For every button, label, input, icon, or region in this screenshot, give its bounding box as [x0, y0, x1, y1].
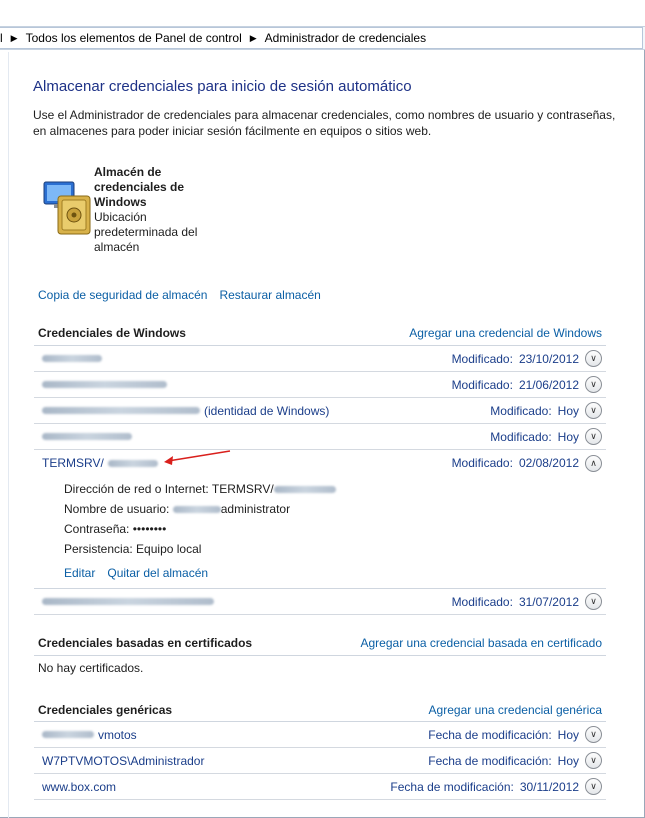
add-certificate-credential-link[interactable]: Agregar una credencial basada en certifi… [361, 636, 603, 650]
add-generic-credential-link[interactable]: Agregar una credencial genérica [429, 703, 602, 717]
credential-row-expanded[interactable]: TERMSRV/ Modificado: 02/08/2012 ∧ [34, 450, 606, 476]
remove-credential-link[interactable]: Quitar del almacén [107, 566, 208, 580]
detail-username: Nombre de usuario: administrator [64, 502, 290, 516]
address-label: Dirección de red o Internet: [64, 482, 209, 496]
redacted-name [42, 381, 167, 388]
modified-label: Modificado: [451, 351, 513, 366]
modified-date: 02/08/2012 [518, 456, 579, 470]
modified-label: Modificado: [490, 403, 552, 418]
vault-links: Copia de seguridad de almacén Restaurar … [38, 288, 321, 302]
persistence-label: Persistencia: [64, 542, 133, 556]
modified-date: 31/07/2012 [518, 594, 579, 609]
generic-credential-row[interactable]: vmotos Fecha de modificación: Hoy ∨ [34, 722, 606, 748]
windows-credentials-title: Credenciales de Windows [38, 326, 186, 340]
modified-label: Fecha de modificación: [428, 753, 552, 768]
detail-persistence: Persistencia: Equipo local [64, 542, 201, 556]
username-value: administrator [220, 502, 291, 516]
modified-date: 23/10/2012 [518, 351, 579, 366]
credential-row[interactable]: Modificado: Hoy ∨ [34, 424, 606, 450]
redacted-username-prefix [172, 506, 221, 513]
redacted-name [42, 598, 214, 605]
modified-date: 21/06/2012 [518, 377, 579, 392]
identity-suffix: (identidad de Windows) [204, 403, 330, 418]
restore-vault-link[interactable]: Restaurar almacén [219, 288, 320, 302]
redacted-name [42, 433, 132, 440]
credential-name: TERMSRV/ [42, 456, 104, 470]
expand-chevron-icon[interactable]: ∨ [585, 402, 602, 419]
address-bar[interactable]: l ▶ Todos los elementos de Panel de cont… [0, 26, 645, 50]
password-value: •••••••• [132, 522, 167, 536]
certificate-credentials-header: Credenciales basadas en certificados Agr… [34, 632, 606, 654]
breadcrumb-item-control-panel[interactable]: Todos los elementos de Panel de control [26, 31, 242, 45]
certificate-credentials-title: Credenciales basadas en certificados [38, 636, 253, 650]
generic-credentials-title: Credenciales genéricas [38, 703, 173, 717]
page-title: Almacenar credenciales para inicio de se… [33, 78, 412, 95]
modified-label: Fecha de modificación: [428, 727, 552, 742]
credential-name: vmotos [98, 727, 137, 742]
modified-label: Fecha de modificación: [390, 779, 514, 794]
detail-actions: Editar Quitar del almacén [64, 566, 208, 580]
edit-credential-link[interactable]: Editar [64, 566, 95, 580]
left-pane-edge [8, 52, 9, 818]
breadcrumb-item-partial[interactable]: l [0, 31, 3, 45]
modified-date: Hoy [557, 753, 579, 768]
persistence-value: Equipo local [136, 542, 202, 556]
window-top-strip [0, 0, 645, 26]
modified-label: Modificado: [451, 377, 513, 392]
credential-row[interactable]: Modificado: 31/07/2012 ∨ [34, 589, 606, 615]
credential-row[interactable]: Modificado: 21/06/2012 ∨ [34, 372, 606, 398]
expand-chevron-icon[interactable]: ∨ [585, 593, 602, 610]
redacted-name [42, 407, 200, 414]
detail-address: Dirección de red o Internet: TERMSRV/ [64, 482, 336, 496]
detail-password: Contraseña: •••••••• [64, 522, 166, 536]
expand-chevron-icon[interactable]: ∨ [585, 376, 602, 393]
intro-text: Use el Administrador de credenciales par… [33, 108, 616, 138]
expand-chevron-icon[interactable]: ∨ [585, 726, 602, 743]
redacted-name [42, 355, 102, 362]
modified-date: Hoy [557, 403, 579, 418]
credential-name: www.box.com [42, 779, 117, 794]
address-value: TERMSRV/ [211, 482, 274, 496]
vault-title[interactable]: Almacén de credenciales de Windows [94, 165, 204, 210]
modified-label: Modificado: [490, 429, 552, 444]
windows-credentials-header: Credenciales de Windows Agregar una cred… [34, 322, 606, 344]
vault-subtitle: Ubicación predeterminada del almacén [94, 210, 198, 254]
redacted-name [42, 731, 94, 738]
modified-date: 30/11/2012 [519, 779, 579, 794]
red-arrow-annotation [164, 450, 231, 465]
generic-credentials-header: Credenciales genéricas Agregar una crede… [34, 699, 606, 721]
no-certificates-text: No hay certificados. [38, 661, 144, 675]
chevron-right-icon[interactable]: ▶ [9, 33, 20, 44]
username-label: Nombre de usuario: [64, 502, 170, 516]
credential-name: W7PTVMOTOS\Administrador [42, 753, 205, 768]
add-windows-credential-link[interactable]: Agregar una credencial de Windows [409, 326, 602, 340]
breadcrumb-item-credential-manager[interactable]: Administrador de credenciales [265, 31, 426, 45]
password-label: Contraseña: [64, 522, 130, 536]
modified-date: Hoy [557, 727, 579, 742]
collapse-chevron-icon[interactable]: ∧ [585, 454, 602, 472]
expand-chevron-icon[interactable]: ∨ [585, 350, 602, 367]
backup-vault-link[interactable]: Copia de seguridad de almacén [38, 288, 207, 302]
generic-credential-row[interactable]: www.box.com Fecha de modificación: 30/11… [34, 774, 606, 800]
modified-label: Modificado: [451, 594, 513, 609]
expand-chevron-icon[interactable]: ∨ [585, 428, 602, 445]
expand-chevron-icon[interactable]: ∨ [585, 752, 602, 769]
credential-row[interactable]: Modificado: 23/10/2012 ∨ [34, 346, 606, 372]
breadcrumb[interactable]: l ▶ Todos los elementos de Panel de cont… [0, 27, 643, 49]
chevron-right-icon[interactable]: ▶ [248, 33, 259, 44]
vault-icon[interactable] [42, 178, 94, 236]
generic-credential-row[interactable]: W7PTVMOTOS\Administrador Fecha de modifi… [34, 748, 606, 774]
modified-label: Modificado: [451, 456, 513, 470]
redacted-address [273, 486, 336, 493]
expand-chevron-icon[interactable]: ∨ [585, 778, 602, 795]
credential-row[interactable]: (identidad de Windows) Modificado: Hoy ∨ [34, 398, 606, 424]
section-divider [34, 655, 606, 656]
modified-date: Hoy [557, 429, 579, 444]
redacted-name [107, 459, 158, 467]
